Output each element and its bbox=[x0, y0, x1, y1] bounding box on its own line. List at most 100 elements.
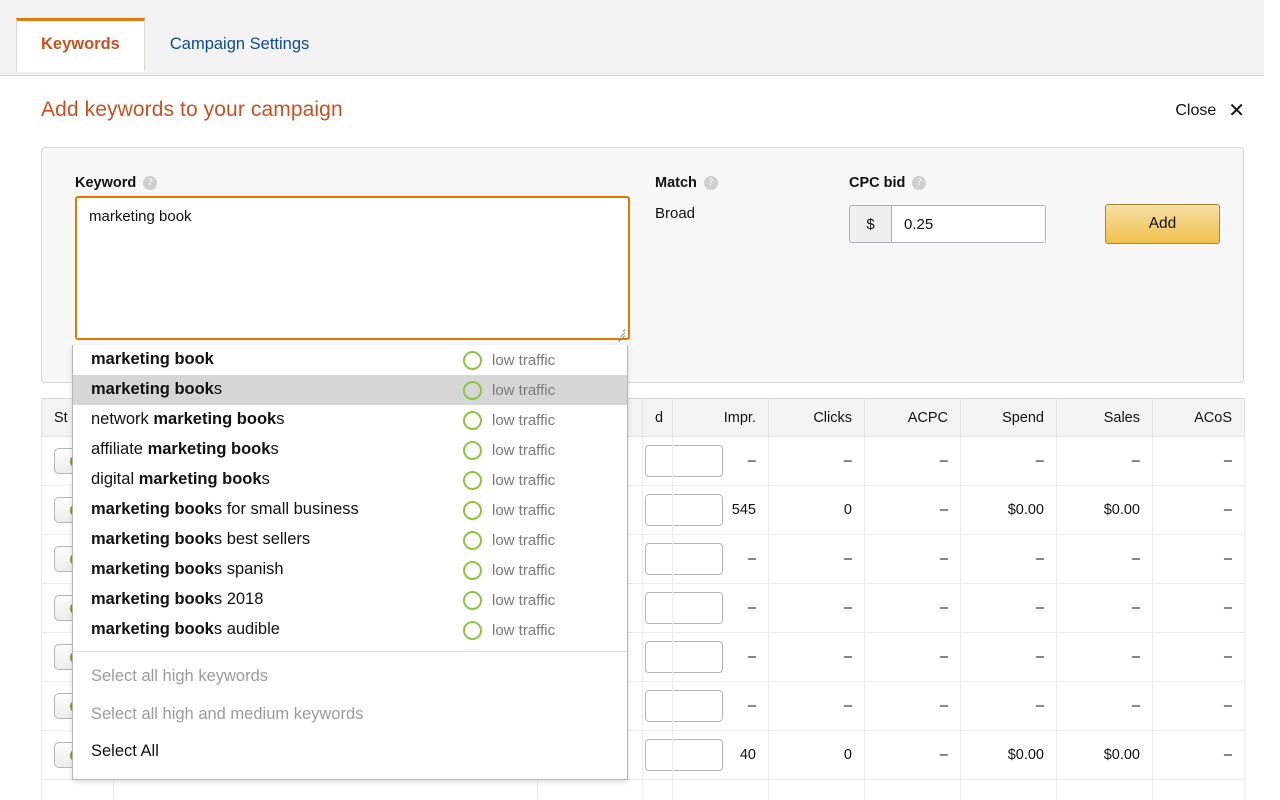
tab-campaign-settings[interactable]: Campaign Settings bbox=[145, 18, 334, 71]
bid-cell bbox=[642, 681, 723, 731]
spend-cell: $0.00 bbox=[960, 485, 1057, 535]
suggestion-item[interactable]: marketing books 2018 low traffic bbox=[73, 585, 627, 615]
suggestion-traffic: low traffic bbox=[463, 469, 611, 490]
tab-bar: Keywords Campaign Settings bbox=[0, 0, 1264, 76]
table-cell bbox=[768, 779, 865, 800]
clicks-cell: – bbox=[768, 583, 865, 633]
bid-cell bbox=[642, 632, 723, 682]
suggestion-text: marketing book bbox=[91, 350, 214, 368]
table-header-cell-spend[interactable]: Spend bbox=[960, 398, 1057, 437]
bid-cell bbox=[642, 436, 723, 486]
suggestion-traffic: low traffic bbox=[463, 349, 611, 370]
suggestion-item[interactable]: marketing book low traffic bbox=[73, 345, 627, 375]
acpc-cell: – bbox=[864, 681, 961, 731]
suggestion-item[interactable]: marketing books spanish low traffic bbox=[73, 555, 627, 585]
acpc-cell: – bbox=[864, 583, 961, 633]
acpc-cell: – bbox=[864, 632, 961, 682]
suggestion-item[interactable]: affiliate marketing books low traffic bbox=[73, 435, 627, 465]
suggestion-action-select-all-high-and-medium-keywords[interactable]: Select all high and medium keywords bbox=[73, 696, 627, 734]
suggestion-text: digital marketing books bbox=[91, 470, 270, 488]
suggestion-text: affiliate marketing books bbox=[91, 440, 279, 458]
traffic-ring-icon bbox=[463, 471, 482, 490]
match-type-value: Broad bbox=[655, 205, 696, 222]
help-icon-cpc[interactable]: ? bbox=[912, 176, 927, 190]
sales-cell: – bbox=[1056, 681, 1153, 731]
impressions-cell: 40 bbox=[672, 730, 769, 780]
suggestion-text: marketing books bbox=[91, 380, 223, 398]
suggestion-text: marketing books audible bbox=[91, 620, 280, 638]
spend-cell: – bbox=[960, 436, 1057, 486]
impressions-cell: – bbox=[672, 436, 769, 486]
traffic-ring-icon bbox=[463, 501, 482, 520]
table-header-cell-sales[interactable]: Sales bbox=[1056, 398, 1153, 437]
traffic-ring-icon bbox=[463, 381, 482, 400]
acpc-cell: – bbox=[864, 436, 961, 486]
acos-cell: – bbox=[1152, 436, 1245, 486]
sales-cell: – bbox=[1056, 583, 1153, 633]
traffic-ring-icon bbox=[463, 531, 482, 550]
keyword-suggestions-dropdown: marketing book low traffic marketing books… bbox=[72, 345, 628, 781]
suggestion-list: marketing book low traffic marketing books… bbox=[73, 345, 627, 645]
traffic-ring-icon bbox=[463, 621, 482, 640]
table-header-cell-acpc[interactable]: ACPC bbox=[864, 398, 961, 437]
clicks-cell: – bbox=[768, 681, 865, 731]
suggestion-action-select-all[interactable]: Select All bbox=[73, 733, 627, 771]
acos-cell: – bbox=[1152, 632, 1245, 682]
suggestion-traffic: low traffic bbox=[463, 559, 611, 580]
table-header-cell-impr-[interactable]: Impr. bbox=[672, 398, 769, 437]
impressions-cell: – bbox=[672, 632, 769, 682]
suggestion-item[interactable]: network marketing books low traffic bbox=[73, 405, 627, 435]
acos-cell: – bbox=[1152, 485, 1245, 535]
traffic-label: low traffic bbox=[492, 382, 556, 399]
suggestion-actions: Select all high keywords Select all high … bbox=[73, 652, 627, 779]
suggestion-traffic: low traffic bbox=[463, 619, 611, 640]
traffic-ring-icon bbox=[463, 351, 482, 370]
cpc-bid-input[interactable] bbox=[892, 206, 1045, 242]
close-button[interactable]: Close ✕ bbox=[1175, 101, 1245, 121]
traffic-ring-icon bbox=[463, 591, 482, 610]
traffic-ring-icon bbox=[463, 411, 482, 430]
bid-cell bbox=[642, 485, 723, 535]
table-header-cell-acos[interactable]: ACoS bbox=[1152, 398, 1245, 437]
traffic-ring-icon bbox=[463, 441, 482, 460]
spend-cell: $0.00 bbox=[960, 730, 1057, 780]
bid-cell bbox=[642, 534, 723, 584]
table-cell bbox=[537, 779, 643, 800]
suggestion-traffic: low traffic bbox=[463, 409, 611, 430]
keyword-input[interactable] bbox=[75, 196, 630, 340]
tab-keywords[interactable]: Keywords bbox=[16, 18, 145, 72]
traffic-ring-icon bbox=[463, 561, 482, 580]
help-icon-match[interactable]: ? bbox=[703, 176, 718, 190]
suggestion-item[interactable]: marketing books low traffic bbox=[73, 375, 627, 405]
suggestion-text: network marketing books bbox=[91, 410, 285, 428]
traffic-label: low traffic bbox=[492, 352, 556, 369]
traffic-label: low traffic bbox=[492, 502, 556, 519]
table-cell bbox=[960, 779, 1057, 800]
suggestion-item[interactable]: marketing books for small business low tr… bbox=[73, 495, 627, 525]
tab-campaign-settings-label: Campaign Settings bbox=[169, 35, 310, 53]
spend-cell: – bbox=[960, 534, 1057, 584]
page-root: Keywords Campaign Settings Add keywords … bbox=[0, 0, 1280, 800]
traffic-label: low traffic bbox=[492, 622, 556, 639]
table-row bbox=[41, 779, 1245, 800]
tab-list: Keywords Campaign Settings bbox=[16, 18, 334, 72]
help-icon-keyword[interactable]: ? bbox=[143, 176, 158, 190]
acos-cell: – bbox=[1152, 730, 1245, 780]
suggestion-item[interactable]: marketing books audible low traffic bbox=[73, 615, 627, 645]
table-header-cell-d[interactable]: d bbox=[642, 398, 673, 437]
sales-cell: – bbox=[1056, 632, 1153, 682]
table-cell bbox=[113, 779, 538, 800]
impressions-cell: – bbox=[672, 534, 769, 584]
suggestion-item[interactable]: marketing books best sellers low traffic bbox=[73, 525, 627, 555]
match-label-text: Match bbox=[655, 175, 697, 191]
traffic-label: low traffic bbox=[492, 412, 556, 429]
add-button[interactable]: Add bbox=[1105, 204, 1220, 244]
suggestion-text: marketing books for small business bbox=[91, 500, 359, 518]
suggestion-item[interactable]: digital marketing books low traffic bbox=[73, 465, 627, 495]
keyword-field-label: Keyword ? bbox=[75, 175, 158, 191]
traffic-label: low traffic bbox=[492, 532, 556, 549]
table-header-cell-clicks[interactable]: Clicks bbox=[768, 398, 865, 437]
suggestion-action-select-all-high-keywords[interactable]: Select all high keywords bbox=[73, 658, 627, 696]
traffic-label: low traffic bbox=[492, 562, 556, 579]
spend-cell: – bbox=[960, 583, 1057, 633]
